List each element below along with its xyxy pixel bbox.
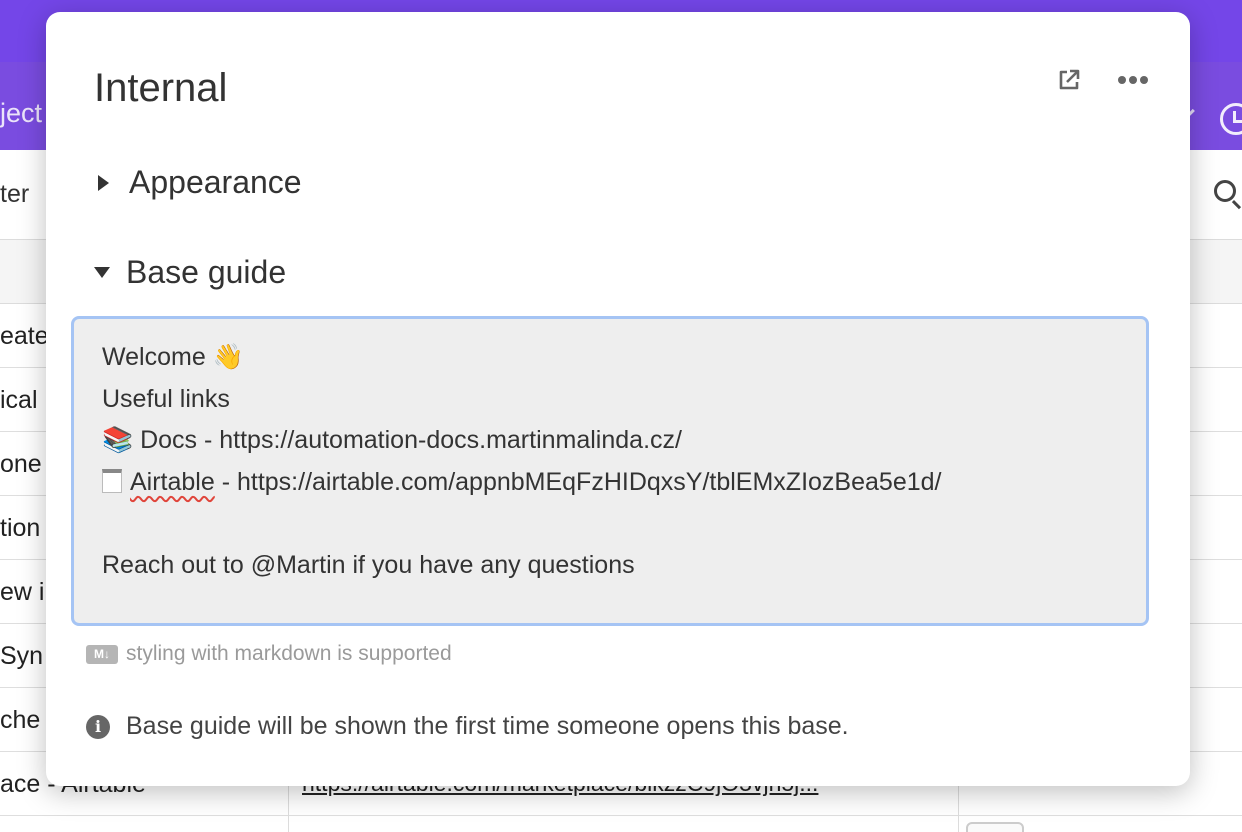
- markdown-hint: M↓ styling with markdown is supported: [86, 642, 452, 666]
- base-guide-label: Base guide: [126, 254, 287, 290]
- markdown-hint-text: styling with markdown is supported: [126, 642, 452, 665]
- info-notice-text: Base guide will be shown the first time …: [126, 712, 849, 740]
- base-guide-editor[interactable]: Welcome 👋 Useful links 📚 Docs - https://…: [71, 316, 1149, 626]
- info-notice: i Base guide will be shown the first tim…: [86, 712, 849, 741]
- row-primary-cell: ical: [0, 386, 38, 414]
- notepad-icon: [102, 468, 122, 493]
- guide-airtable-line: Airtable - https://airtable.com/appnbMEq…: [102, 462, 1118, 504]
- search-icon[interactable]: [1214, 180, 1236, 202]
- base-guide-section-toggle[interactable]: Base guide: [94, 254, 286, 291]
- airtable-word: Airtable: [130, 467, 215, 496]
- row-primary-cell: Syn: [0, 642, 44, 670]
- docs-link-text: Docs - https://automation-docs.martinmal…: [133, 426, 682, 454]
- books-emoji-icon: 📚: [102, 426, 134, 454]
- row-primary-cell: ew i: [0, 578, 45, 606]
- modal-title: Internal: [94, 66, 228, 110]
- appearance-label: Appearance: [129, 164, 302, 200]
- attachment-thumbnail[interactable]: [966, 822, 1024, 832]
- markdown-icon: M↓: [86, 644, 118, 664]
- open-external-icon[interactable]: [1057, 68, 1081, 92]
- row-primary-cell: che: [0, 706, 41, 734]
- airtable-link-text: - https://airtable.com/appnbMEqFzHIDqxsY…: [214, 467, 942, 496]
- row-primary-cell: tion: [0, 514, 41, 542]
- guide-blank-line: [102, 503, 1118, 545]
- guide-docs-line: 📚 Docs - https://automation-docs.martinm…: [102, 420, 1118, 462]
- guide-welcome-line: Welcome 👋: [102, 343, 244, 371]
- guide-useful-links-line: Useful links: [102, 384, 230, 413]
- info-icon: i: [86, 714, 110, 739]
- filter-button-partial[interactable]: ter: [0, 180, 29, 209]
- table-tab-partial[interactable]: ject: [0, 98, 42, 129]
- appearance-section-toggle[interactable]: Appearance: [94, 164, 302, 201]
- row-primary-cell: eate: [0, 322, 49, 350]
- row-primary-cell: one: [0, 450, 42, 478]
- caret-down-icon: [94, 267, 110, 278]
- base-settings-modal: Internal Appearance Base guide Welcome 👋…: [46, 12, 1190, 786]
- caret-right-icon: [98, 174, 109, 191]
- more-options-icon[interactable]: [1118, 74, 1148, 86]
- table-row[interactable]: [0, 816, 1242, 832]
- guide-reach-out-line: Reach out to @Martin if you have any que…: [102, 550, 635, 579]
